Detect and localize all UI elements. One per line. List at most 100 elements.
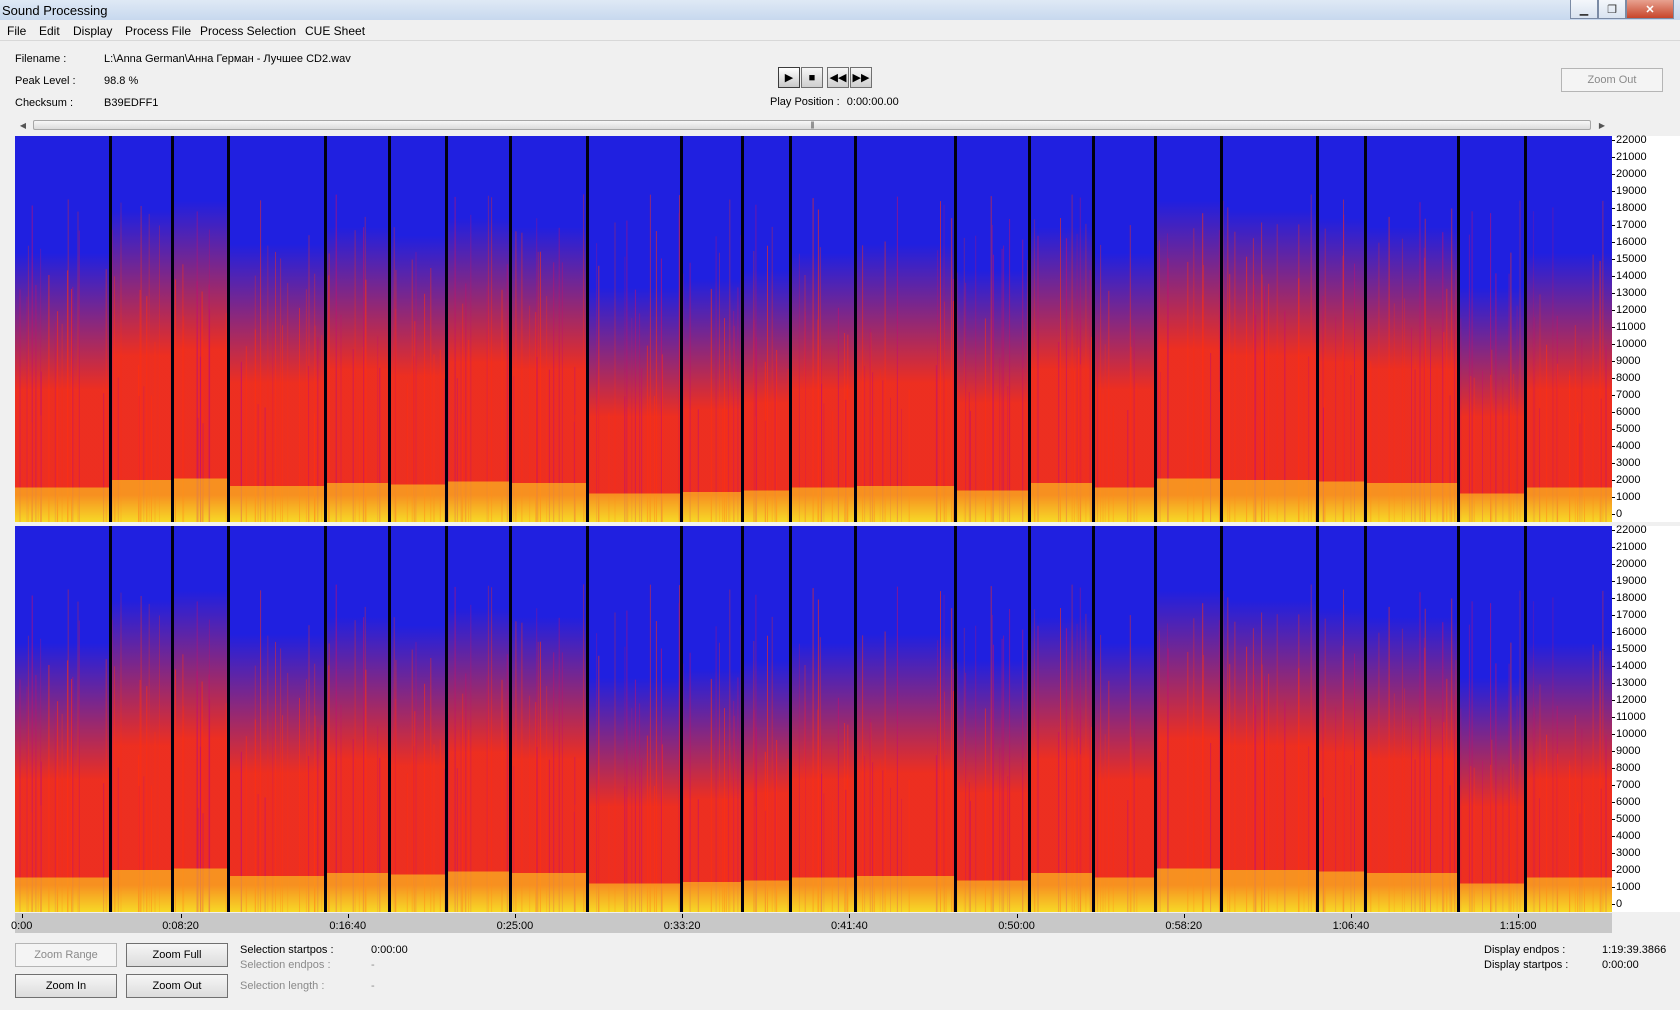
play-position-value: 0:00:00.00	[846, 96, 899, 108]
grip-icon: |||	[810, 122, 815, 129]
spectral-streak	[937, 640, 938, 912]
scroll-left-icon[interactable]: ◀	[15, 117, 31, 133]
spectral-streak	[710, 288, 712, 522]
spectral-streak	[733, 700, 735, 912]
fast-forward-button[interactable]: ▶▶	[850, 67, 872, 88]
spectral-streak	[1343, 199, 1344, 522]
spectral-streak	[963, 627, 965, 912]
low-frequency-band	[1525, 487, 1612, 522]
low-frequency-band	[446, 481, 510, 522]
spectral-streak	[1519, 590, 1521, 912]
low-frequency-band	[1317, 481, 1365, 522]
frequency-axis-left: 22000 21000 20000 19000 18000 17000 16000 15000…	[1611, 135, 1680, 522]
track-separator	[1220, 136, 1223, 522]
menu-cue-sheet[interactable]: CUE Sheet	[305, 24, 365, 38]
spectral-streak	[689, 652, 691, 912]
spectral-streak	[1419, 592, 1421, 912]
freq-tick-label: 1000	[1611, 881, 1641, 893]
spectral-streak	[314, 273, 316, 522]
spectral-streak	[78, 230, 80, 522]
freq-tick-label: 8000	[1611, 762, 1641, 774]
close-icon[interactable]: ✕	[1626, 0, 1674, 19]
spectral-streak	[1516, 695, 1518, 912]
low-frequency-band	[172, 478, 228, 522]
freq-tick-label: 12000	[1612, 304, 1647, 316]
low-frequency-band	[855, 486, 955, 522]
track-separator	[1154, 526, 1157, 912]
spectral-streak	[1388, 216, 1390, 522]
spectral-streak	[937, 250, 938, 522]
selection-endpos-value: -	[371, 959, 375, 971]
spectral-streak	[1495, 663, 1497, 912]
spectral-streak	[798, 253, 800, 522]
selection-length-value: -	[371, 980, 375, 992]
minimize-icon[interactable]: ▁	[1570, 0, 1598, 19]
spectral-streak	[1001, 638, 1003, 912]
zoom-out-button[interactable]: Zoom Out	[126, 974, 228, 998]
spectral-streak	[1510, 252, 1512, 522]
spectral-streak	[140, 206, 142, 522]
low-frequency-band	[1365, 483, 1458, 522]
play-button[interactable]: ▶	[778, 67, 800, 88]
track-segment	[228, 136, 325, 522]
spectral-streak	[1423, 637, 1425, 912]
spectrogram-right-channel[interactable]	[15, 526, 1612, 912]
menu-display[interactable]: Display	[73, 24, 112, 38]
filename-value: L:\Anna German\Анна Герман - Лучшее CD2.…	[104, 53, 351, 65]
track-separator	[324, 136, 327, 522]
low-frequency-band	[1093, 487, 1155, 522]
low-frequency-band	[742, 490, 790, 522]
horizontal-scrollbar[interactable]: ◀ ||| ▶	[15, 117, 1610, 133]
freq-tick-label: 9000	[1611, 355, 1641, 367]
time-tick-label: 1:15:00	[1499, 914, 1537, 932]
track-separator	[227, 136, 230, 522]
zoom-range-button[interactable]: Zoom Range	[15, 943, 117, 967]
spectral-streak	[1234, 621, 1236, 912]
menu-process-file[interactable]: Process File	[125, 24, 191, 38]
scroll-right-icon[interactable]: ▶	[1594, 117, 1610, 133]
spectral-streak	[583, 584, 585, 912]
spectral-streak	[120, 202, 122, 522]
freq-tick-label: 16000	[1612, 626, 1647, 638]
restore-icon[interactable]: ❐	[1598, 0, 1626, 19]
rewind-button[interactable]: ◀◀	[827, 67, 849, 88]
menu-process-selection[interactable]: Process Selection	[200, 24, 296, 38]
spectral-streak	[598, 655, 600, 912]
track-separator	[854, 526, 857, 912]
spectral-streak	[1532, 211, 1534, 522]
spectral-streak	[583, 194, 585, 522]
spectral-streak	[884, 241, 886, 522]
menu-file[interactable]: File	[7, 24, 26, 38]
spectral-streak	[1602, 590, 1604, 912]
spectral-streak	[1602, 200, 1604, 522]
menu-edit[interactable]: Edit	[39, 24, 60, 38]
scroll-thumb[interactable]: |||	[33, 120, 1591, 130]
zoom-in-button[interactable]: Zoom In	[15, 974, 117, 998]
spectral-streak	[1100, 244, 1102, 522]
transport-controls: ▶ ■ ◀◀ ▶▶	[778, 67, 872, 88]
spectral-streak	[1193, 228, 1195, 522]
stop-button[interactable]: ■	[801, 67, 823, 88]
spectral-streak	[1592, 254, 1594, 522]
track-separator	[1028, 136, 1031, 522]
spectrogram-left-channel[interactable]	[15, 136, 1612, 522]
spectral-streak	[275, 251, 276, 522]
spectral-streak	[1085, 223, 1087, 522]
play-icon: ▶	[784, 72, 794, 84]
spectral-streak	[596, 633, 598, 912]
zoom-full-button[interactable]: Zoom Full	[126, 943, 228, 967]
spectral-streak	[1592, 644, 1594, 912]
spectral-streak	[729, 589, 731, 912]
track-separator	[227, 526, 230, 912]
zoom-out-top-button[interactable]: Zoom Out	[1561, 68, 1663, 92]
spectral-streak	[77, 211, 79, 522]
freq-tick-label: 19000	[1612, 185, 1647, 197]
spectral-streak	[798, 643, 800, 912]
track-segment	[1093, 526, 1155, 912]
spectral-streak	[1261, 222, 1263, 522]
spectral-streak	[817, 209, 819, 522]
spectral-streak	[35, 675, 37, 912]
spectral-streak	[335, 584, 337, 912]
track-separator	[1316, 526, 1319, 912]
spectral-streak	[328, 253, 330, 522]
